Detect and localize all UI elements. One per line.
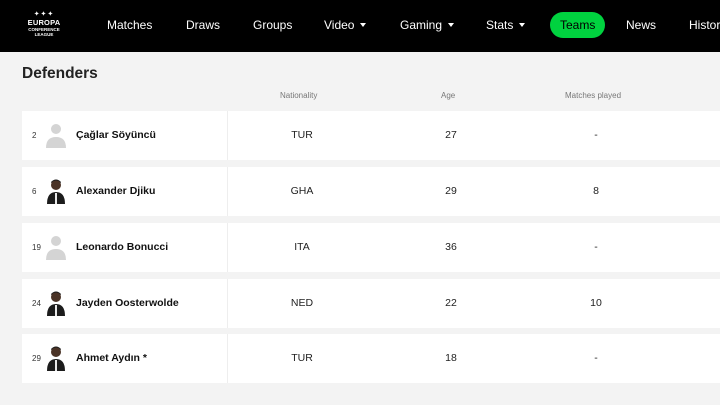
player-age: 27 [445,129,457,141]
chevron-down-icon [448,23,455,27]
europa-conference-league-logo[interactable]: ✦✦✦ EUROPA CONFERENCE LEAGUE [23,11,65,41]
shirt-number: 6 [32,187,37,196]
shirt-number: 19 [32,243,41,252]
player-row[interactable]: 2 Çağlar Söyüncü TUR 27 - [22,111,720,160]
player-name[interactable]: Alexander Djiku [76,167,155,216]
top-navigation-bar: ✦✦✦ EUROPA CONFERENCE LEAGUE Matches Dra… [0,0,720,52]
player-age: 29 [445,185,457,197]
nav-matches[interactable]: Matches [107,12,152,38]
nav-draws[interactable]: Draws [186,12,220,38]
player-nationality: NED [290,297,314,309]
nav-stats[interactable]: Stats [486,12,526,38]
player-row[interactable]: 19 Leonardo Bonucci ITA 36 - [22,223,720,272]
player-matches-played: - [594,241,598,253]
player-nationality: TUR [291,352,313,364]
column-header-nationality: Nationality [280,91,318,100]
player-age: 18 [445,352,457,364]
player-row[interactable]: 6 Alexander Djiku GHA 29 8 [22,167,720,216]
column-header-age: Age [441,91,456,100]
nav-news[interactable]: News [626,12,656,38]
player-name[interactable]: Çağlar Söyüncü [76,111,156,160]
player-age: 36 [445,241,457,253]
chevron-down-icon [360,23,367,27]
player-avatar [46,290,66,316]
player-name-cell[interactable]: 6 Alexander Djiku [22,167,228,216]
player-matches-played: - [594,352,598,364]
player-name[interactable]: Jayden Oosterwolde [76,279,179,328]
player-avatar [46,122,66,148]
player-row[interactable]: 24 Jayden Oosterwolde NED 22 10 [22,279,720,328]
nav-video[interactable]: Video [324,12,367,38]
shirt-number: 2 [32,131,37,140]
logo-line-1: EUROPA [27,18,61,27]
chevron-down-icon [519,23,526,27]
logo-line-3: LEAGUE [34,32,54,37]
player-matches-played: 10 [590,297,602,309]
player-matches-played: - [594,129,598,141]
player-name-cell[interactable]: 2 Çağlar Söyüncü [22,111,228,160]
nav-groups[interactable]: Groups [253,12,292,38]
player-name-cell[interactable]: 19 Leonardo Bonucci [22,223,228,272]
player-nationality: ITA [294,241,310,253]
shirt-number: 24 [32,299,41,308]
nav-history[interactable]: History [689,12,720,38]
player-name[interactable]: Ahmet Aydın * [76,334,147,383]
player-name-cell[interactable]: 29 Ahmet Aydın * [22,334,228,383]
player-avatar [46,345,66,371]
player-avatar [46,178,66,204]
column-header-matches-played: Matches played [565,91,622,100]
squad-panel: Defenders Nationality Age Matches played… [5,52,720,405]
nav-gaming[interactable]: Gaming [400,12,455,38]
player-name-cell[interactable]: 24 Jayden Oosterwolde [22,279,228,328]
player-name[interactable]: Leonardo Bonucci [76,223,168,272]
nav-teams[interactable]: Teams [550,12,606,38]
player-age: 22 [445,297,457,309]
player-nationality: GHA [290,185,314,197]
player-row[interactable]: 29 Ahmet Aydın * TUR 18 - [22,334,720,383]
shirt-number: 29 [32,354,41,363]
player-nationality: TUR [291,129,313,141]
section-title: Defenders [22,65,98,82]
player-matches-played: 8 [593,185,599,197]
player-avatar [46,234,66,260]
